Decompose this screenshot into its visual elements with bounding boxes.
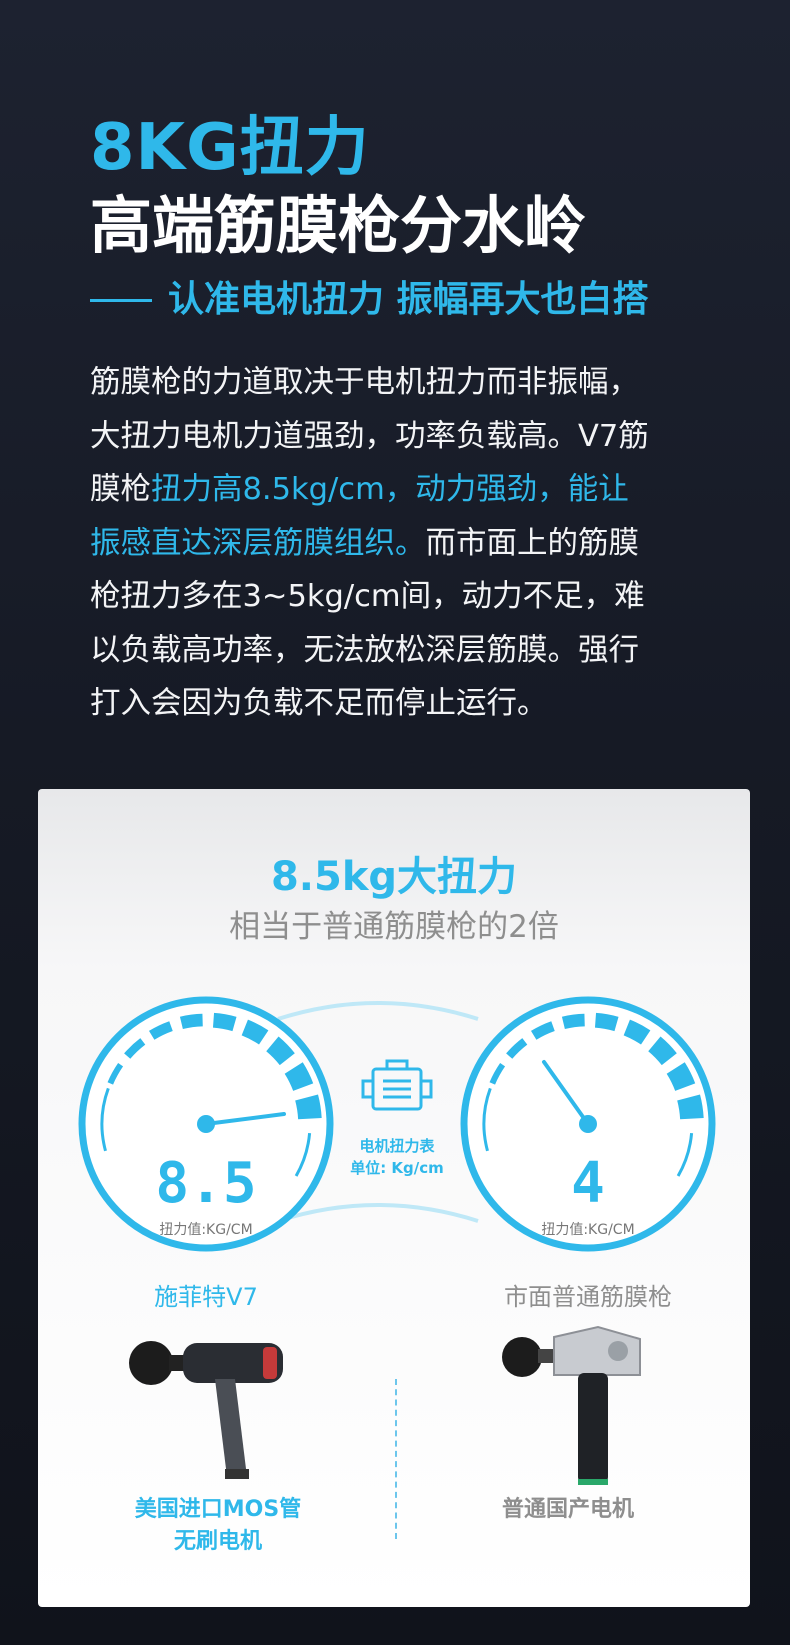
panel-subtitle: 相当于普通筋膜枪的2倍 bbox=[229, 909, 559, 945]
gauge-right-hub bbox=[579, 1115, 597, 1133]
highlight-text: 振感直达深层筋膜组织。 bbox=[90, 525, 426, 561]
gauge-tick-segment bbox=[648, 1036, 677, 1066]
gauge-left-reading: 8.5 bbox=[155, 1151, 256, 1216]
gauge-tick-segment bbox=[677, 1094, 704, 1120]
product-left-label: 美国进口MOS管 无刷电机 bbox=[98, 1494, 338, 1558]
product-left-line2: 无刷电机 bbox=[173, 1529, 262, 1554]
body-text-segment: 大扭力电机力道强劲，功率负载高。V7筋 bbox=[90, 418, 649, 454]
center-label-2: 单位: Kg/cm bbox=[350, 1159, 444, 1177]
gauges-graphic: 8.5 扭力值:KG/CM 4 扭力值:KG/CM 电机扭力表 单位: Kg/c… bbox=[78, 996, 716, 1252]
product-right-line1: 普通国产电机 bbox=[501, 1497, 634, 1522]
gauge-right-reading: 4 bbox=[571, 1151, 605, 1216]
motor-icon bbox=[361, 1059, 433, 1111]
highlight-text: 扭力高8.5kg/cm，动力强劲，能让 bbox=[151, 472, 629, 507]
gauge-tick-segment bbox=[284, 1062, 314, 1092]
comparison-panel: 8.5kg大扭力 相当于普通筋膜枪的2倍 8.5 扭力值:KG/CM 4 扭力值… bbox=[38, 789, 750, 1607]
gauge-tick-segment bbox=[295, 1094, 322, 1120]
body-text-segment: 膜枪 bbox=[90, 472, 151, 507]
description-line: 膜枪扭力高8.5kg/cm，动力强劲，能让 bbox=[90, 463, 730, 517]
gauge-right: 4 扭力值:KG/CM bbox=[460, 996, 716, 1252]
description-line: 枪扭力多在3~5kg/cm间，动力不足，难 bbox=[90, 570, 730, 624]
gauge-tick-segment bbox=[179, 1013, 203, 1030]
description-paragraph: 筋膜枪的力道取决于电机扭力而非振幅， 大扭力电机力道强劲，功率负载高。V7筋 膜枪扭… bbox=[90, 356, 730, 731]
gauge-tick-segment bbox=[623, 1019, 651, 1045]
gauge-left-hub bbox=[197, 1115, 215, 1133]
body-text-segment: 枪扭力多在3~5kg/cm间，动力不足，难 bbox=[90, 579, 645, 614]
massage-gun-dark-icon bbox=[129, 1341, 283, 1479]
description-line: 振感直达深层筋膜组织。而市面上的筋膜 bbox=[90, 517, 730, 571]
panel-title: 8.5kg大扭力 bbox=[270, 854, 518, 900]
hero-headline-main: 高端筋膜枪分水岭 bbox=[90, 189, 587, 262]
gauge-left-unit: 扭力值:KG/CM bbox=[159, 1222, 252, 1238]
gauge-tick-segment bbox=[666, 1062, 696, 1092]
gauge-tick-segment bbox=[266, 1036, 295, 1066]
center-label-1: 电机扭力表 bbox=[359, 1137, 435, 1155]
gauge-left: 8.5 扭力值:KG/CM bbox=[78, 996, 334, 1252]
gauge-tick-segment bbox=[241, 1019, 269, 1045]
description-line: 大扭力电机力道强劲，功率负载高。V7筋 bbox=[90, 410, 730, 464]
hero-headline-top: 8KG扭力 bbox=[90, 111, 370, 185]
description-line: 打入会因为负载不足而停止运行。 bbox=[90, 677, 730, 731]
bottom-connector-arc bbox=[277, 1203, 479, 1223]
body-text-segment: 筋膜枪的力道取决于电机扭力而非振幅， bbox=[90, 365, 639, 400]
tagline-text: 认准电机扭力 振幅再大也白搭 bbox=[168, 279, 649, 320]
massage-gun-silver-icon bbox=[502, 1325, 641, 1485]
hero-tagline: 认准电机扭力 振幅再大也白搭 bbox=[90, 274, 649, 326]
product-divider bbox=[395, 1379, 397, 1539]
gauge-right-name: 市面普通筋膜枪 bbox=[504, 1283, 672, 1311]
gauge-left-name: 施菲特V7 bbox=[154, 1283, 258, 1311]
product-left-line1: 美国进口MOS管 bbox=[134, 1497, 302, 1522]
body-text-segment: 而市面上的筋膜 bbox=[425, 525, 640, 561]
gauge-tick-segment bbox=[594, 1012, 619, 1032]
gauge-tick-segment bbox=[561, 1013, 585, 1030]
body-text-segment: 以负载高功率，无法放松深层筋膜。强行 bbox=[90, 632, 639, 668]
gauge-tick-segment bbox=[212, 1012, 237, 1032]
description-line: 以负载高功率，无法放松深层筋膜。强行 bbox=[90, 624, 730, 678]
gauge-right-unit: 扭力值:KG/CM bbox=[541, 1222, 634, 1238]
top-connector-arc bbox=[277, 1001, 479, 1021]
tagline-dash bbox=[90, 298, 152, 302]
body-text-segment: 打入会因为负载不足而停止运行。 bbox=[90, 686, 548, 721]
description-line: 筋膜枪的力道取决于电机扭力而非振幅， bbox=[90, 356, 730, 410]
product-right-label: 普通国产电机 bbox=[458, 1494, 678, 1526]
